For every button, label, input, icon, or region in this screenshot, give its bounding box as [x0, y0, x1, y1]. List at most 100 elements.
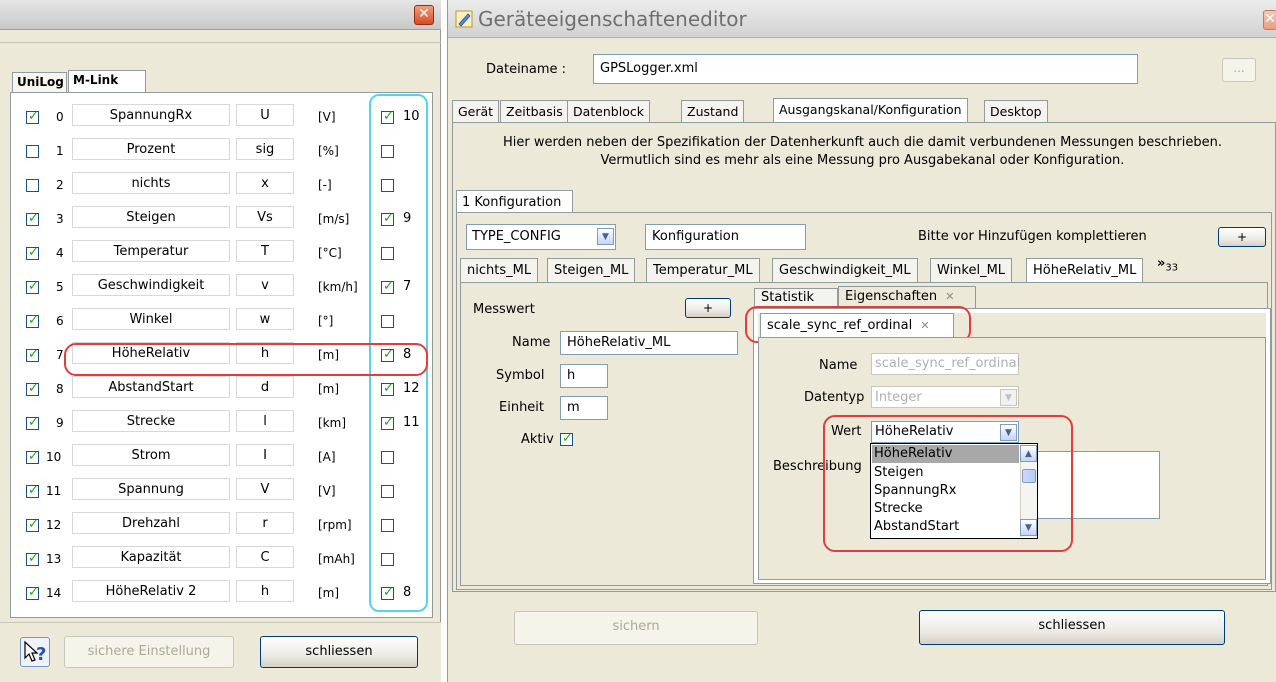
tab-winkel-ml[interactable]: Winkel_ML — [930, 258, 1013, 282]
tab-unilog[interactable]: UniLog — [12, 72, 67, 92]
tab-steigen-ml[interactable]: Steigen_ML — [547, 258, 636, 282]
add-config-button[interactable]: + — [1218, 227, 1266, 247]
row-index: 14 — [46, 586, 62, 600]
datatype-label: Datentyp — [804, 390, 865, 405]
close-tab-icon[interactable]: ✕ — [945, 290, 954, 303]
measurement-settings-window: ✕ UniLog M-Link ✓ 0 SpannungRx U [V] ✓ 10 1 Proz… — [0, 0, 441, 682]
row-symbol-field[interactable]: I — [236, 444, 294, 466]
close-icon[interactable]: ✕ — [414, 5, 434, 25]
row-checkbox[interactable]: ✓ — [26, 483, 39, 498]
row-index: 8 — [56, 382, 64, 396]
row-symbol-field[interactable]: w — [236, 308, 294, 330]
filename-input[interactable]: GPSLogger.xml — [593, 54, 1138, 84]
more-tabs-button[interactable]: »33 — [1157, 256, 1178, 274]
tab-ausgangskanal[interactable]: Ausgangskanal/Konfiguration — [773, 98, 968, 122]
row-checkbox[interactable]: ✓ — [26, 245, 39, 260]
tab-zeitbasis[interactable]: Zeitbasis — [500, 100, 569, 122]
row-symbol-field[interactable]: r — [236, 512, 294, 534]
row-symbol-field[interactable]: Vs — [236, 206, 294, 228]
divider — [0, 42, 441, 43]
tab-geschwindigkeit-ml[interactable]: Geschwindigkeit_ML — [772, 258, 918, 282]
symbol-label: Symbol — [496, 368, 545, 383]
title-bar: Geräteeigenschafteneditor ✕ — [448, 0, 1276, 38]
row-checkbox[interactable] — [26, 179, 39, 192]
row-unit: [-] — [318, 178, 332, 192]
row-symbol-field[interactable]: U — [236, 104, 294, 126]
config-type-select[interactable]: TYPE_CONFIG ▼ — [466, 224, 616, 250]
row-unit: [V] — [318, 484, 336, 498]
row-symbol-field[interactable]: d — [236, 376, 294, 398]
measurement-unit-input[interactable]: m — [560, 396, 608, 420]
close-icon[interactable]: ✕ — [1263, 10, 1276, 30]
row-name-field[interactable]: SpannungRx — [72, 104, 230, 126]
tab-temperatur-ml[interactable]: Temperatur_ML — [646, 258, 760, 282]
tab-hoeherelativ-ml[interactable]: HöheRelativ_ML — [1026, 258, 1144, 282]
active-label: Aktiv — [521, 432, 554, 447]
add-measurement-button[interactable]: + — [685, 298, 731, 318]
row-symbol-field[interactable]: T — [236, 240, 294, 262]
row-name-field[interactable]: AbstandStart — [72, 376, 230, 398]
row-checkbox[interactable]: ✓ — [26, 279, 39, 294]
row-unit: [mAh] — [318, 552, 355, 566]
datatype-select[interactable]: Integer ▼ — [871, 386, 1019, 408]
row-checkbox[interactable]: ✓ — [26, 415, 39, 430]
row-checkbox[interactable] — [26, 145, 39, 158]
row-name-field[interactable]: Temperatur — [72, 240, 230, 262]
row-symbol-field[interactable]: l — [236, 410, 294, 432]
tab-geraet[interactable]: Gerät — [452, 100, 500, 122]
tab-datenblock[interactable]: Datenblock — [567, 100, 650, 122]
row-name-field[interactable]: Strecke — [72, 410, 230, 432]
save-setting-button[interactable]: sichere Einstellung — [64, 636, 234, 668]
row-checkbox[interactable]: ✓ — [26, 211, 39, 226]
chevron-down-icon[interactable]: ▼ — [597, 228, 614, 245]
row-name-field[interactable]: Strom — [72, 444, 230, 466]
measurement-symbol-input[interactable]: h — [560, 364, 608, 388]
row-checkbox[interactable]: ✓ — [26, 449, 39, 464]
tab-zustand[interactable]: Zustand — [681, 100, 745, 122]
row-symbol-field[interactable]: v — [236, 274, 294, 296]
row-name-field[interactable]: Drehzahl — [72, 512, 230, 534]
row-symbol-field[interactable]: x — [236, 172, 294, 194]
row-checkbox[interactable]: ✓ — [26, 551, 39, 566]
row-index: 9 — [56, 416, 64, 430]
tab-desktop[interactable]: Desktop — [984, 100, 1048, 122]
tab-statistik[interactable]: Statistik — [754, 288, 838, 308]
tab-configuration[interactable]: 1 Konfiguration — [456, 190, 573, 213]
row-index: 7 — [56, 348, 64, 362]
row-checkbox[interactable]: ✓ — [26, 585, 39, 600]
row-name-field[interactable]: Winkel — [72, 308, 230, 330]
tab-m-link[interactable]: M-Link — [68, 70, 146, 92]
active-checkbox[interactable]: ✓ — [560, 431, 573, 446]
row-checkbox[interactable]: ✓ — [26, 347, 39, 362]
property-name-input[interactable]: scale_sync_ref_ordinal — [871, 353, 1020, 375]
row-index: 6 — [56, 314, 64, 328]
row-checkbox[interactable]: ✓ — [26, 109, 39, 124]
row-checkbox[interactable]: ✓ — [26, 381, 39, 396]
check-icon: ✓ — [28, 279, 39, 294]
row-name-field[interactable]: Kapazität — [72, 546, 230, 568]
row-name-field[interactable]: Geschwindigkeit — [72, 274, 230, 296]
close-button[interactable]: schliessen — [260, 636, 418, 668]
tab-eigenschaften[interactable]: Eigenschaften ✕ — [838, 286, 976, 308]
save-button[interactable]: sichern — [514, 611, 758, 645]
tab-nichts-ml[interactable]: nichts_ML — [460, 258, 539, 282]
row-symbol-field[interactable]: C — [236, 546, 294, 568]
row-name-field[interactable]: nichts — [72, 172, 230, 194]
browse-button[interactable]: ... — [1222, 58, 1256, 82]
config-name-input[interactable]: Konfiguration — [645, 224, 806, 250]
row-name-field[interactable]: Prozent — [72, 138, 230, 160]
measurement-name-input[interactable]: HöheRelativ_ML — [560, 331, 738, 355]
row-name-field[interactable]: Spannung — [72, 478, 230, 500]
row-unit: [m] — [318, 382, 340, 396]
help-icon[interactable]: ? — [20, 637, 50, 667]
row-symbol-field[interactable]: sig — [236, 138, 294, 160]
row-unit: [km/h] — [318, 280, 358, 294]
row-symbol-field[interactable]: V — [236, 478, 294, 500]
close-button[interactable]: schliessen — [919, 610, 1225, 645]
row-symbol-field[interactable]: h — [236, 580, 294, 602]
chevron-down-icon[interactable]: ▼ — [1000, 389, 1017, 406]
row-name-field[interactable]: HöheRelativ 2 — [72, 580, 230, 602]
row-checkbox[interactable]: ✓ — [26, 517, 39, 532]
row-checkbox[interactable]: ✓ — [26, 313, 39, 328]
row-name-field[interactable]: Steigen — [72, 206, 230, 228]
